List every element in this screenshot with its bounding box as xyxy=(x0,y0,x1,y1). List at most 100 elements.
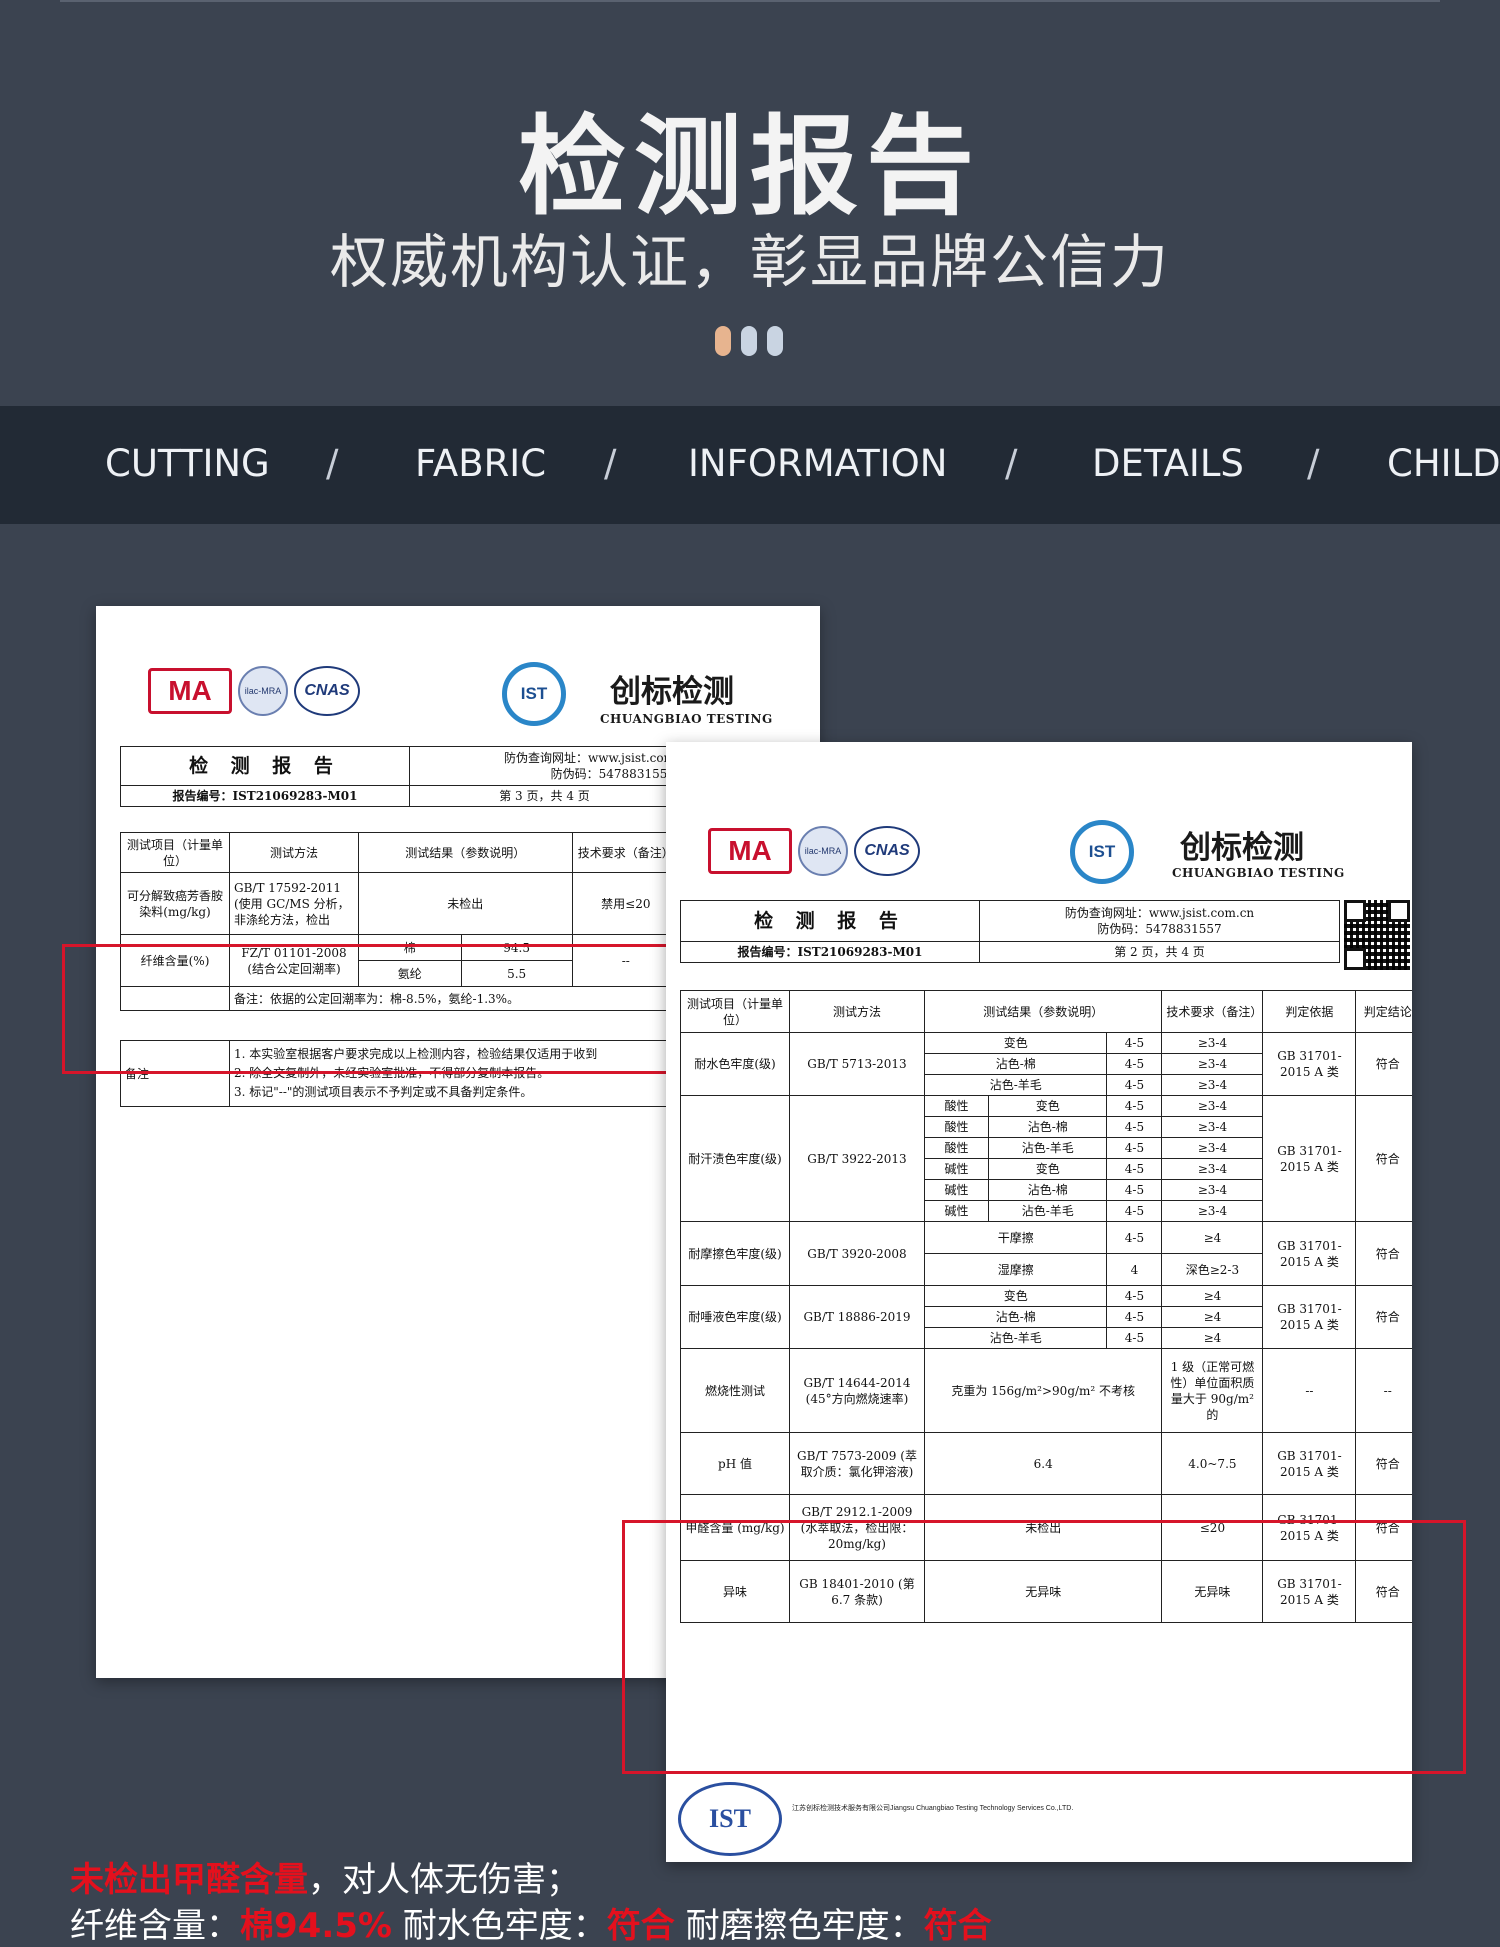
cell-method: GB/T 7573-2009 (萃取介质：氯化钾溶液) xyxy=(789,1432,925,1495)
cell-sub: 沾色-羊毛 xyxy=(923,1327,1108,1349)
brand-name: 创标检测 xyxy=(1180,830,1304,866)
cell-method: GB/T 3920-2008 xyxy=(789,1221,925,1286)
nav-separator: / xyxy=(1005,442,1018,485)
accreditation-logos: MA ilac-MRA CNAS xyxy=(148,666,406,716)
cell-sub: 沾色-棉 xyxy=(923,1053,1108,1075)
nav-separator: / xyxy=(604,442,617,485)
cell-conclusion: 符合 xyxy=(1355,1221,1412,1286)
nav-item-fabric[interactable]: FABRIC xyxy=(415,442,546,485)
verify-code: 防伪码：5478831557 xyxy=(550,767,675,781)
footer-company: 江苏创标检测技术服务有限公司Jiangsu Chuangbiao Testing… xyxy=(792,1805,1074,1812)
page-subtitle: 权威机构认证，彰显品牌公信力 xyxy=(329,228,1170,296)
cell-sub: 变色 xyxy=(988,1158,1108,1180)
cell-result: 未检出 xyxy=(358,872,573,935)
cell-type: 酸性 xyxy=(923,1095,990,1117)
cell-result: 4-5 xyxy=(1106,1179,1163,1201)
pager-dot[interactable] xyxy=(741,326,757,356)
cell-sub: 湿摩擦 xyxy=(923,1253,1108,1286)
cell-basis: -- xyxy=(1262,1348,1357,1433)
page-title: 检测报告 xyxy=(517,105,982,230)
cell-sub: 变色 xyxy=(988,1095,1108,1117)
report-page: 第 2 页，共 4 页 xyxy=(979,941,1340,963)
cell-req: ≥3-4 xyxy=(1161,1179,1264,1201)
cell-basis: GB 31701-2015 A 类 xyxy=(1262,1285,1357,1349)
report-verify: 防伪查询网址：www.jsist.com.cn 防伪码：5478831557 xyxy=(979,900,1340,942)
cell-req: ≥3-4 xyxy=(1161,1116,1264,1138)
verify-code: 防伪码：5478831557 xyxy=(1097,922,1222,936)
cell-result: 4-5 xyxy=(1106,1158,1163,1180)
cell-type: 酸性 xyxy=(923,1137,990,1159)
cell-item: pH 值 xyxy=(680,1432,790,1495)
caption-text: ，对人体无伤害； xyxy=(308,1860,580,1900)
cell-result: 4-5 xyxy=(1106,1200,1163,1222)
cell-req: ≥3-4 xyxy=(1161,1158,1264,1180)
caption-highlight: 棉94.5% xyxy=(240,1906,392,1946)
cnas-logo: CNAS xyxy=(294,666,360,716)
brand-name: 创标检测 xyxy=(610,674,734,710)
nav-item-information[interactable]: INFORMATION xyxy=(688,442,947,485)
nav-separator: / xyxy=(1307,442,1320,485)
nav-item-details[interactable]: DETAILS xyxy=(1092,442,1244,485)
report-number: 报告编号：IST21069283-M01 xyxy=(120,785,410,807)
cell-req: ≥3-4 xyxy=(1161,1095,1264,1117)
cell-req: ≥3-4 xyxy=(1161,1053,1264,1075)
cell-item: 耐水色牢度(级) xyxy=(680,1032,790,1096)
cell-sub: 变色 xyxy=(923,1285,1108,1307)
caption-highlight: 符合 xyxy=(606,1906,675,1946)
pager-dot[interactable] xyxy=(767,326,783,356)
cell-type: 碱性 xyxy=(923,1158,990,1180)
carousel-pager[interactable] xyxy=(715,326,783,356)
cell-sub: 干摩擦 xyxy=(923,1221,1108,1254)
fiber-content-highlight xyxy=(62,944,680,1074)
cell-req: ≥3-4 xyxy=(1161,1137,1264,1159)
report-page: 第 3 页，共 4 页 xyxy=(409,785,680,807)
cell-basis: GB 31701-2015 A 类 xyxy=(1262,1432,1357,1495)
caption-text: 纤维含量： xyxy=(70,1906,240,1946)
ilac-logo: ilac-MRA xyxy=(238,666,288,716)
cell-item: 可分解致癌芳香胺染料(mg/kg) xyxy=(120,872,230,935)
cell-type: 碱性 xyxy=(923,1200,990,1222)
chemical-tests-highlight xyxy=(622,1520,1466,1774)
nav-item-cutting[interactable]: CUTTING xyxy=(105,442,270,485)
cell-item: 耐摩擦色牢度(级) xyxy=(680,1221,790,1286)
cell-result: 4-5 xyxy=(1106,1137,1163,1159)
cell-method: GB/T 3922-2013 xyxy=(789,1095,925,1222)
ist-logo: IST xyxy=(1070,820,1134,884)
cell-sub: 变色 xyxy=(923,1032,1108,1054)
cell-req: 1 级（正常可燃性）单位面积质量大于 90g/m² 的 xyxy=(1161,1348,1264,1433)
brand-name-en: CHUANGBIAO TESTING xyxy=(1172,866,1345,880)
report-number: 报告编号：IST21069283-M01 xyxy=(680,941,980,963)
cell-sub: 沾色-羊毛 xyxy=(988,1200,1108,1222)
ist-logo: IST xyxy=(502,662,566,726)
cell-result: 4-5 xyxy=(1106,1095,1163,1117)
cell-conclusion: 符合 xyxy=(1355,1095,1412,1222)
col-header: 技术要求（备注） xyxy=(1161,990,1264,1033)
cell-result: 4-5 xyxy=(1106,1032,1163,1054)
cell-method: GB/T 5713-2013 xyxy=(789,1032,925,1096)
cell-sub: 沾色-羊毛 xyxy=(988,1137,1108,1159)
col-header: 测试项目（计量单位） xyxy=(680,990,790,1033)
ist-seal: IST xyxy=(678,1782,782,1856)
col-header: 测试方法 xyxy=(789,990,925,1033)
cell-result: 4 xyxy=(1106,1253,1163,1286)
cell-result: 6.4 xyxy=(923,1432,1163,1495)
pager-dot-active[interactable] xyxy=(715,326,731,356)
top-divider xyxy=(60,0,1440,2)
col-header: 测试方法 xyxy=(229,832,359,873)
col-header: 测试结果（参数说明） xyxy=(923,990,1163,1033)
report-verify: 防伪查询网址：www.jsist.com 防伪码：5478831557 xyxy=(409,746,680,786)
cell-result: 4-5 xyxy=(1106,1327,1163,1349)
cell-basis: GB 31701-2015 A 类 xyxy=(1262,1221,1357,1286)
cell-item: 耐汗渍色牢度(级) xyxy=(680,1095,790,1222)
cell-req: 禁用≤20 xyxy=(571,872,681,935)
cell-req: 4.0~7.5 xyxy=(1161,1432,1264,1495)
col-header: 判定结论 xyxy=(1355,990,1412,1033)
qr-code[interactable] xyxy=(1344,900,1410,970)
cell-sub: 沾色-羊毛 xyxy=(923,1074,1108,1096)
col-header: 判定依据 xyxy=(1262,990,1357,1033)
col-header: 测试项目（计量单位） xyxy=(120,832,230,873)
cell-method: GB/T 14644-2014 (45°方向燃烧速率) xyxy=(789,1348,925,1433)
verify-url: 防伪查询网址：www.jsist.com.cn xyxy=(1064,906,1255,920)
nav-separator: / xyxy=(326,442,339,485)
nav-item-children[interactable]: CHILDR xyxy=(1387,442,1500,485)
